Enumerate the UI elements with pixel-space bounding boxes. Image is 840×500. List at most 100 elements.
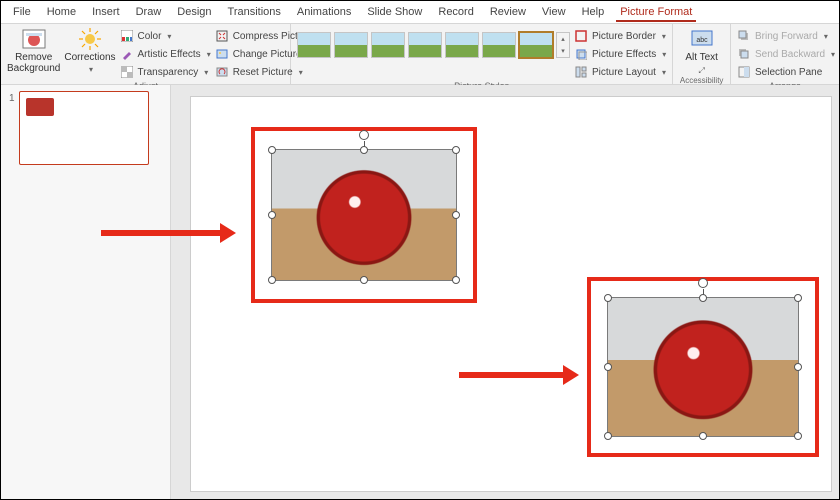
style-thumb[interactable] [297,32,331,58]
workspace: 1 [1,85,839,499]
color-label: Color [138,31,162,42]
tab-review[interactable]: Review [482,3,534,21]
resize-handle[interactable] [794,432,802,440]
send-backward-button[interactable]: Send Backward [737,46,835,62]
style-thumb[interactable] [334,32,368,58]
corrections-button[interactable]: Corrections [64,26,115,76]
inserted-picture[interactable] [271,149,457,281]
tab-file[interactable]: File [5,3,39,21]
resize-handle[interactable] [268,146,276,154]
resize-handle[interactable] [268,276,276,284]
picture-effects-button[interactable]: Picture Effects [574,46,666,62]
resize-handle[interactable] [604,294,612,302]
style-thumb[interactable] [445,32,479,58]
alt-text-button[interactable]: abc Alt Text [680,26,724,65]
remove-background-icon [21,28,47,50]
ribbon: Remove Background Corrections Color Arti… [1,23,839,85]
reset-label: Reset Picture [233,67,293,78]
selection-pane-icon [737,65,751,79]
rotate-handle[interactable] [359,130,369,140]
corrections-label: Corrections [64,52,115,63]
tab-insert[interactable]: Insert [84,3,128,21]
style-thumb[interactable] [482,32,516,58]
bring-forward-label: Bring Forward [755,31,818,42]
resize-handle[interactable] [360,276,368,284]
artistic-effects-button[interactable]: Artistic Effects [120,46,211,62]
resize-handle[interactable] [699,432,707,440]
border-icon [574,29,588,43]
picture-content [272,150,456,280]
tab-help[interactable]: Help [574,3,613,21]
style-thumb[interactable] [408,32,442,58]
rotate-handle[interactable] [698,278,708,288]
tab-slideshow[interactable]: Slide Show [359,3,430,21]
selection-pane-button[interactable]: Selection Pane [737,64,835,80]
tab-view[interactable]: View [534,3,574,21]
slide-number: 1 [9,91,15,104]
artistic-label: Artistic Effects [138,49,201,60]
alt-text-icon: abc [689,28,715,50]
layout-label: Picture Layout [592,67,656,78]
inserted-picture[interactable] [607,297,799,437]
slide-page [191,97,831,491]
slide-panel: 1 [1,85,171,499]
style-thumb-selected[interactable] [519,32,553,58]
resize-handle[interactable] [699,294,707,302]
reset-icon [215,65,229,79]
change-picture-icon [215,47,229,61]
slide-canvas[interactable] [171,85,839,499]
resize-handle[interactable] [452,276,460,284]
annotation-arrow [459,369,579,381]
effects-label: Picture Effects [592,49,656,60]
brush-icon [120,47,134,61]
resize-handle[interactable] [268,211,276,219]
picture-layout-button[interactable]: Picture Layout [574,64,666,80]
send-backward-icon [737,47,751,61]
tab-picture-format[interactable]: Picture Format [612,3,700,21]
tab-animations[interactable]: Animations [289,3,359,21]
resize-handle[interactable] [360,146,368,154]
annotation-arrow [101,227,236,239]
remove-background-button[interactable]: Remove Background [7,26,60,76]
group-accessibility: abc Alt Text ⤢ Accessibility [673,24,731,84]
resize-handle[interactable] [604,363,612,371]
sun-icon [77,28,103,50]
group-picture-styles: ▴▾ Picture Border Picture Effects Pictur… [291,24,673,84]
tab-home[interactable]: Home [39,3,84,21]
group-arrange: Bring Forward Send Backward Selection Pa… [731,24,839,84]
picture-content [608,298,798,436]
slide-thumbnail-content [26,98,54,116]
gallery-more-button[interactable]: ▴▾ [556,32,570,58]
resize-handle[interactable] [794,294,802,302]
group-adjust: Remove Background Corrections Color Arti… [1,24,291,84]
svg-text:abc: abc [696,37,708,44]
picture-border-button[interactable]: Picture Border [574,28,666,44]
slide-thumbnail-1[interactable] [19,91,149,165]
border-label: Picture Border [592,31,656,42]
tab-design[interactable]: Design [169,3,219,21]
compress-icon [215,29,229,43]
alt-text-label: Alt Text [685,52,718,63]
bring-forward-icon [737,29,751,43]
color-icon [120,29,134,43]
resize-handle[interactable] [604,432,612,440]
resize-handle[interactable] [452,211,460,219]
layout-icon [574,65,588,79]
selection-pane-label: Selection Pane [755,67,822,78]
transparency-label: Transparency [138,67,199,78]
send-backward-label: Send Backward [755,49,825,60]
transparency-button[interactable]: Transparency [120,64,211,80]
tab-record[interactable]: Record [430,3,481,21]
remove-background-label: Remove Background [7,52,60,74]
menu-bar: File Home Insert Draw Design Transitions… [1,1,839,23]
color-button[interactable]: Color [120,28,211,44]
picture-styles-gallery[interactable]: ▴▾ [297,26,570,58]
resize-handle[interactable] [794,363,802,371]
tab-draw[interactable]: Draw [128,3,170,21]
tab-transitions[interactable]: Transitions [220,3,289,21]
style-thumb[interactable] [371,32,405,58]
resize-handle[interactable] [452,146,460,154]
group-accessibility-label: ⤢ Accessibility [679,65,724,87]
bring-forward-button[interactable]: Bring Forward [737,28,835,44]
effects-icon [574,47,588,61]
